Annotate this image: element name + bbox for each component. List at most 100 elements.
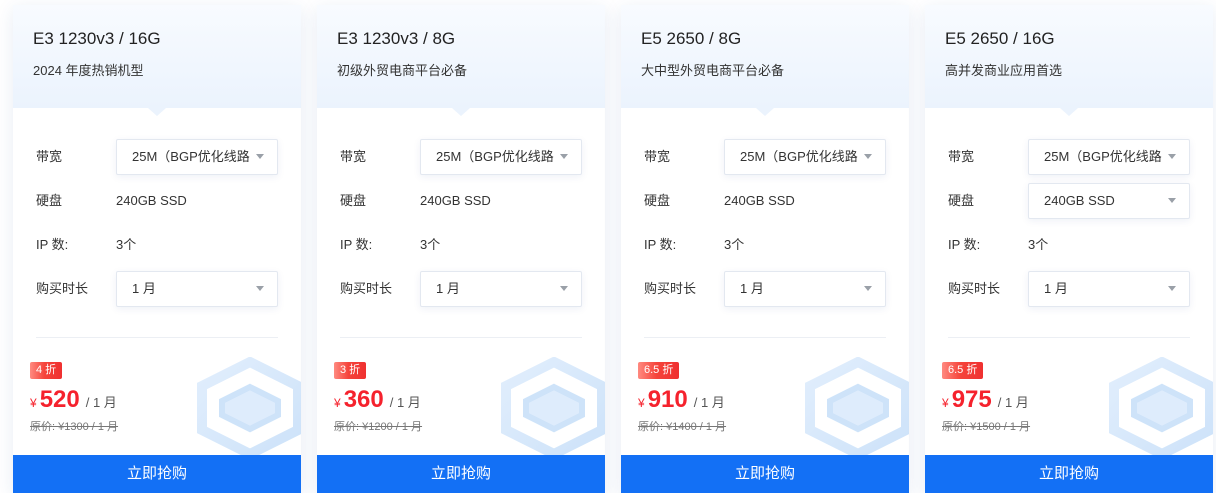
divider — [948, 337, 1190, 338]
bandwidth-selected-value: 25M（BGP优化线路 — [1044, 149, 1162, 164]
price-period: / 1 月 — [997, 395, 1029, 410]
spec-row-duration: 购买时长 1 月 — [621, 271, 909, 307]
ip-count-label: IP 数: — [36, 237, 69, 252]
bandwidth-selected-value: 25M（BGP优化线路 — [132, 149, 250, 164]
spec-row-disk: 硬盘 240GB SSD — [317, 183, 605, 219]
price-amount: 520 — [39, 386, 80, 413]
chevron-down-icon — [864, 286, 872, 291]
pricing-card: E5 2650 / 16G 高并发商业应用首选 带宽 25M（BGP优化线路 硬… — [925, 5, 1213, 493]
buy-now-button[interactable]: 立即抢购 — [925, 455, 1213, 493]
disk-select[interactable]: 240GB SSD — [1028, 183, 1190, 219]
disk-label: 硬盘 — [644, 193, 671, 208]
bandwidth-selected-value: 25M（BGP优化线路 — [436, 149, 554, 164]
duration-select[interactable]: 1 月 — [1028, 271, 1190, 307]
spec-row-ip: IP 数: 3个 — [621, 227, 909, 263]
spec-row-ip: IP 数: 3个 — [13, 227, 301, 263]
bandwidth-label: 带宽 — [644, 149, 671, 164]
chevron-down-icon — [1168, 154, 1176, 159]
price-period: / 1 月 — [85, 395, 117, 410]
card-header: E3 1230v3 / 8G 初级外贸电商平台必备 — [317, 5, 605, 116]
bandwidth-selected-value: 25M（BGP优化线路 — [740, 149, 858, 164]
bandwidth-select[interactable]: 25M（BGP优化线路 — [1028, 139, 1190, 175]
duration-label: 购买时长 — [948, 281, 1001, 296]
spec-row-disk: 硬盘 240GB SSD — [13, 183, 301, 219]
currency-symbol: ¥ — [638, 396, 645, 410]
disk-label: 硬盘 — [340, 193, 367, 208]
divider — [644, 337, 886, 338]
currency-symbol: ¥ — [334, 396, 341, 410]
buy-now-button[interactable]: 立即抢购 — [13, 455, 301, 493]
pricing-cards: E3 1230v3 / 16G 2024 年度热销机型 带宽 25M（BGP优化… — [13, 5, 1213, 493]
ip-count-value: 3个 — [116, 227, 278, 263]
duration-select[interactable]: 1 月 — [116, 271, 278, 307]
ip-count-text: 3个 — [724, 237, 745, 252]
plan-title: E5 2650 / 8G — [641, 29, 742, 48]
divider — [36, 337, 278, 338]
header-notch — [452, 108, 470, 116]
spec-row-ip: IP 数: 3个 — [925, 227, 1213, 263]
chevron-down-icon — [560, 154, 568, 159]
disk-value: 240GB SSD — [116, 183, 278, 219]
disk-value-text: 240GB SSD — [116, 193, 187, 208]
plan-title: E5 2650 / 16G — [945, 29, 1055, 48]
disk-value-text: 240GB SSD — [724, 193, 795, 208]
ip-count-text: 3个 — [1028, 237, 1049, 252]
duration-selected-value: 1 月 — [436, 281, 460, 296]
duration-label: 购买时长 — [36, 281, 89, 296]
bandwidth-label: 带宽 — [340, 149, 367, 164]
chevron-down-icon — [560, 286, 568, 291]
plan-subtitle: 大中型外贸电商平台必备 — [641, 63, 785, 78]
price-period: / 1 月 — [389, 395, 421, 410]
spec-row-disk: 硬盘 240GB SSD — [925, 183, 1213, 219]
duration-select[interactable]: 1 月 — [724, 271, 886, 307]
bandwidth-select[interactable]: 25M（BGP优化线路 — [724, 139, 886, 175]
discount-badge: 6.5 折 — [638, 362, 680, 379]
plan-subtitle: 初级外贸电商平台必备 — [337, 63, 468, 78]
price-amount: 910 — [647, 386, 688, 413]
original-price: 原价: ¥1300 / 1 月 — [30, 421, 119, 433]
chevron-down-icon — [1168, 286, 1176, 291]
bandwidth-select[interactable]: 25M（BGP优化线路 — [420, 139, 582, 175]
ip-count-label: IP 数: — [644, 237, 677, 252]
disk-value: 240GB SSD — [420, 183, 582, 219]
card-header: E5 2650 / 16G 高并发商业应用首选 — [925, 5, 1213, 116]
discount-badge: 4 折 — [30, 362, 63, 379]
spec-row-duration: 购买时长 1 月 — [925, 271, 1213, 307]
chevron-down-icon — [256, 154, 264, 159]
plan-subtitle: 高并发商业应用首选 — [945, 63, 1063, 78]
duration-selected-value: 1 月 — [132, 281, 156, 296]
chevron-down-icon — [864, 154, 872, 159]
ip-count-label: IP 数: — [948, 237, 981, 252]
plan-subtitle: 2024 年度热销机型 — [33, 63, 144, 78]
hexagon-cube-icon — [197, 357, 301, 457]
divider — [340, 337, 582, 338]
chevron-down-icon — [1168, 198, 1176, 203]
original-price: 原价: ¥1400 / 1 月 — [638, 421, 727, 433]
buy-now-button[interactable]: 立即抢购 — [621, 455, 909, 493]
spec-row-bandwidth: 带宽 25M（BGP优化线路 — [621, 139, 909, 175]
price-amount: 360 — [343, 386, 384, 413]
pricing-card: E3 1230v3 / 16G 2024 年度热销机型 带宽 25M（BGP优化… — [13, 5, 301, 493]
bandwidth-select[interactable]: 25M（BGP优化线路 — [116, 139, 278, 175]
spec-row-duration: 购买时长 1 月 — [13, 271, 301, 307]
currency-symbol: ¥ — [942, 396, 949, 410]
ip-count-label: IP 数: — [340, 237, 373, 252]
price-amount: 975 — [951, 386, 992, 413]
duration-selected-value: 1 月 — [1044, 281, 1068, 296]
ip-count-value: 3个 — [1028, 227, 1190, 263]
spec-row-duration: 购买时长 1 月 — [317, 271, 605, 307]
ip-count-text: 3个 — [116, 237, 137, 252]
hexagon-cube-icon — [805, 357, 909, 457]
header-notch — [148, 108, 166, 116]
price: ¥520 / 1 月 — [30, 386, 117, 414]
disk-label: 硬盘 — [36, 193, 63, 208]
spec-row-bandwidth: 带宽 25M（BGP优化线路 — [925, 139, 1213, 175]
spec-row-ip: IP 数: 3个 — [317, 227, 605, 263]
chevron-down-icon — [256, 286, 264, 291]
disk-value-text: 240GB SSD — [420, 193, 491, 208]
ip-count-value: 3个 — [420, 227, 582, 263]
pricing-card: E3 1230v3 / 8G 初级外贸电商平台必备 带宽 25M（BGP优化线路… — [317, 5, 605, 493]
buy-now-button[interactable]: 立即抢购 — [317, 455, 605, 493]
plan-title: E3 1230v3 / 16G — [33, 29, 161, 48]
duration-select[interactable]: 1 月 — [420, 271, 582, 307]
